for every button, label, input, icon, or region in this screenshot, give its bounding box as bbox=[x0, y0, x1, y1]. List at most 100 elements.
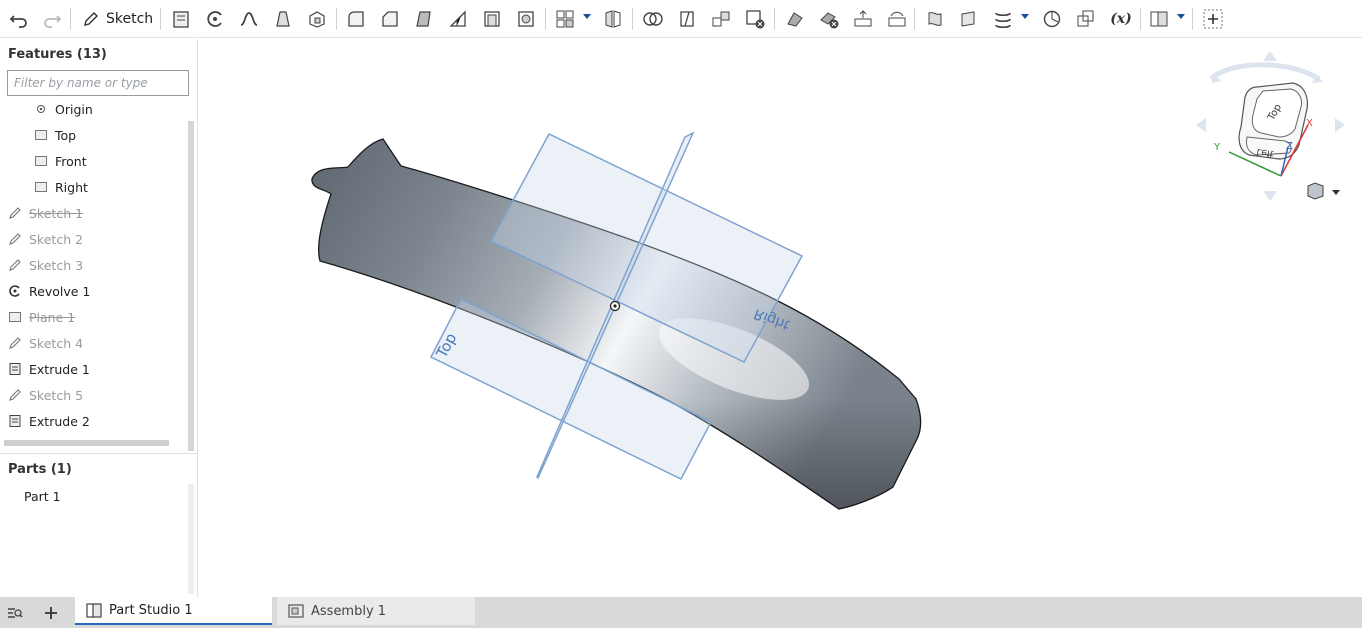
split-tool[interactable] bbox=[674, 6, 700, 32]
chevron-down-icon[interactable] bbox=[1177, 14, 1185, 19]
derived-tool[interactable] bbox=[1073, 6, 1099, 32]
viewport-canvas[interactable]: Top Right Top Left X Y Z bbox=[199, 39, 1362, 597]
helix-icon bbox=[995, 12, 1011, 29]
axis-y-label: Y bbox=[1213, 142, 1221, 153]
modify-fillet-tool[interactable] bbox=[782, 6, 808, 32]
plane-icon bbox=[34, 154, 48, 168]
surface-tool[interactable] bbox=[922, 6, 948, 32]
transform-icon bbox=[712, 11, 730, 27]
feature-item-label: Sketch 4 bbox=[29, 335, 84, 351]
feature-item-extrude-2[interactable]: Extrude 2 bbox=[8, 409, 90, 433]
redo-button[interactable] bbox=[39, 6, 65, 32]
rotate-left-arrow[interactable] bbox=[1196, 118, 1206, 132]
plane-tool[interactable] bbox=[956, 6, 982, 32]
pencil-icon bbox=[84, 12, 98, 26]
feature-item-top[interactable]: Top bbox=[34, 123, 76, 147]
mate-connector-tool[interactable] bbox=[1039, 6, 1065, 32]
assembly-icon bbox=[288, 604, 304, 618]
delete-part-tool[interactable] bbox=[742, 6, 768, 32]
mirror-icon bbox=[605, 10, 621, 28]
view-cube[interactable]: Top Left X Y Z bbox=[1196, 51, 1345, 201]
revolve-tool[interactable] bbox=[202, 6, 228, 32]
boolean-icon bbox=[643, 12, 663, 26]
feature-filter-input[interactable] bbox=[7, 70, 189, 96]
feature-item-extrude-1[interactable]: Extrude 1 bbox=[8, 357, 90, 381]
toolbar-divider bbox=[545, 8, 546, 30]
feature-list-scrollbar[interactable] bbox=[188, 121, 194, 451]
move-face-tool[interactable] bbox=[850, 6, 876, 32]
feature-item-plane-1[interactable]: Plane 1 bbox=[8, 305, 75, 329]
bottom-tab-bar: Part Studio 1 Assembly 1 bbox=[0, 597, 1362, 628]
feature-item-sketch-5[interactable]: Sketch 5 bbox=[8, 383, 83, 407]
toolbar-divider bbox=[1140, 8, 1141, 30]
custom-feature-icon bbox=[1150, 11, 1168, 27]
boolean-tool[interactable] bbox=[640, 6, 666, 32]
shell-icon bbox=[484, 11, 500, 27]
parts-list-scrollbar[interactable] bbox=[188, 484, 194, 594]
rotate-up-arrow[interactable] bbox=[1263, 51, 1277, 61]
loft-tool[interactable] bbox=[270, 6, 296, 32]
transform-tool[interactable] bbox=[708, 6, 734, 32]
feature-item-label: Origin bbox=[55, 101, 93, 117]
tab-manager-button[interactable] bbox=[4, 602, 26, 624]
chevron-down-icon[interactable] bbox=[583, 14, 591, 19]
feature-item-sketch-3[interactable]: Sketch 3 bbox=[8, 253, 83, 277]
feature-item-sketch-4[interactable]: Sketch 4 bbox=[8, 331, 83, 355]
chamfer-tool[interactable] bbox=[377, 6, 403, 32]
plane-icon bbox=[34, 128, 48, 142]
toolbar-divider bbox=[914, 8, 915, 30]
sketch-button[interactable]: Sketch bbox=[78, 5, 157, 33]
rib-tool[interactable] bbox=[445, 6, 471, 32]
sketch-label: Sketch bbox=[106, 11, 154, 27]
feature-item-label: Sketch 3 bbox=[29, 257, 84, 273]
rotate-down-arrow[interactable] bbox=[1263, 191, 1277, 201]
mirror-tool[interactable] bbox=[600, 6, 626, 32]
tab-assembly-1[interactable]: Assembly 1 bbox=[277, 597, 475, 625]
part-item[interactable]: Part 1 bbox=[24, 489, 61, 504]
toolbar-divider bbox=[336, 8, 337, 30]
feature-item-label: Plane 1 bbox=[29, 309, 76, 325]
helix-tool[interactable] bbox=[990, 6, 1016, 32]
graphics-viewport[interactable]: Top Right Top Left X Y Z bbox=[199, 39, 1362, 597]
pattern-tool[interactable] bbox=[552, 6, 578, 32]
feature-list-horizontal-scrollbar[interactable] bbox=[4, 440, 169, 446]
variable-tool[interactable]: (x) bbox=[1107, 6, 1135, 32]
draft-tool[interactable] bbox=[411, 6, 437, 32]
thicken-tool[interactable] bbox=[304, 6, 330, 32]
delete-face-tool[interactable] bbox=[816, 6, 842, 32]
feature-item-front[interactable]: Front bbox=[34, 149, 87, 173]
feature-item-revolve-1[interactable]: Revolve 1 bbox=[8, 279, 90, 303]
toolbar-divider bbox=[70, 8, 71, 30]
modify-fillet-icon bbox=[787, 12, 803, 27]
chevron-down-icon[interactable] bbox=[1021, 14, 1029, 19]
feature-item-sketch-2[interactable]: Sketch 2 bbox=[8, 227, 83, 251]
shell-tool[interactable] bbox=[479, 6, 505, 32]
toolbar-divider bbox=[632, 8, 633, 30]
hole-tool[interactable] bbox=[513, 6, 539, 32]
feature-item-origin[interactable]: Origin bbox=[34, 97, 93, 121]
view-mode-dropdown[interactable] bbox=[1307, 182, 1340, 200]
surface-icon bbox=[928, 12, 942, 26]
add-tool-button[interactable] bbox=[1200, 6, 1226, 32]
feature-item-right[interactable]: Right bbox=[34, 175, 88, 199]
delete-part-icon bbox=[746, 10, 765, 29]
sweep-tool[interactable] bbox=[236, 6, 262, 32]
undo-button[interactable] bbox=[6, 6, 32, 32]
fillet-tool[interactable] bbox=[343, 6, 369, 32]
scrollbar-thumb[interactable] bbox=[188, 121, 194, 451]
plane-icon bbox=[8, 310, 22, 324]
tab-label: Assembly 1 bbox=[311, 603, 387, 619]
add-tab-button[interactable] bbox=[40, 602, 62, 624]
origin-marker[interactable] bbox=[609, 300, 621, 312]
hole-icon bbox=[518, 11, 534, 27]
rotate-right-arrow[interactable] bbox=[1335, 118, 1345, 132]
custom-feature-tool[interactable] bbox=[1146, 6, 1172, 32]
feature-panel: Features (13) Origin Top Front Right Sketch … bbox=[0, 39, 198, 597]
sketch-icon bbox=[8, 336, 22, 350]
tab-part-studio-1[interactable]: Part Studio 1 bbox=[75, 597, 272, 625]
extrude-tool[interactable] bbox=[168, 6, 194, 32]
replace-face-tool[interactable] bbox=[884, 6, 910, 32]
feature-item-sketch-1[interactable]: Sketch 1 bbox=[8, 201, 83, 225]
sketch-icon bbox=[8, 258, 22, 272]
part-studio-icon bbox=[86, 603, 102, 618]
